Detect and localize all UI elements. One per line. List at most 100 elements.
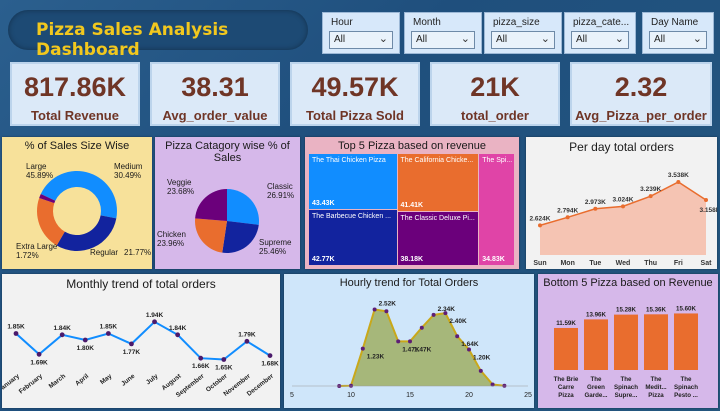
x-tick-label: Supre... <box>615 392 638 399</box>
x-tick-label: The Brie <box>554 376 579 383</box>
x-tick-label: 20 <box>465 392 473 399</box>
slicer-value: All <box>334 34 346 45</box>
slicer-day-name[interactable]: Day Name All ⌄ <box>642 12 714 54</box>
slicer-dropdown[interactable]: All ⌄ <box>491 31 555 49</box>
kpi-avg-pizza-per-order: 2.32 Avg_Pizza_per_order <box>570 62 712 126</box>
pie-slice <box>227 189 259 225</box>
data-point <box>704 197 708 202</box>
pie-slice <box>195 218 227 253</box>
kpi-name: total_order <box>461 108 529 123</box>
slicer-label: pizza_cate... <box>573 17 630 28</box>
x-tick-label: Pizza <box>648 392 664 399</box>
data-label: 1.84K <box>54 325 72 332</box>
tile-value: 38.18K <box>400 255 424 263</box>
x-tick-label: 10 <box>347 392 355 399</box>
donut-slice <box>56 215 117 251</box>
bottom5-panel: Bottom 5 Pizza based on Revenue 11.59K Th… <box>538 274 718 408</box>
data-point <box>455 334 460 339</box>
x-tick-label: Mon <box>560 260 574 267</box>
x-tick-label: 25 <box>524 392 532 399</box>
bar <box>674 313 698 370</box>
data-point <box>349 383 353 388</box>
chevron-down-icon: ⌄ <box>540 33 550 45</box>
data-point <box>431 312 436 317</box>
slicer-hour[interactable]: Hour All ⌄ <box>322 12 400 54</box>
data-label: 1.85K <box>100 324 118 331</box>
slice-name: Regular <box>90 248 118 257</box>
tile-name: The California Chicke... <box>400 157 474 164</box>
slice-name: Medium <box>114 162 143 171</box>
x-tick-label: Wed <box>616 260 631 267</box>
x-tick-label: February <box>18 373 45 396</box>
data-point <box>267 353 273 358</box>
data-point <box>593 206 598 211</box>
category-pie-panel: Pizza Catagory wise % of Sales Classic 26… <box>155 137 300 269</box>
tile-name: The Spi... <box>482 157 513 164</box>
category-pie-chart: Classic26.91% Supreme25.46% Chicken23.96% V… <box>157 178 294 256</box>
slice-label: 26.91% <box>267 191 294 200</box>
data-point <box>502 383 507 388</box>
hourly-area-chart: 1.23K2.52K1.47K1.47K2.34K2.40K1.64K1.20K… <box>290 300 532 399</box>
slicer-month[interactable]: Month All ⌄ <box>404 12 482 54</box>
chevron-down-icon: ⌄ <box>378 33 388 45</box>
data-label: 1.77K <box>123 349 141 356</box>
slicer-pizza-category[interactable]: pizza_cate... All ⌄ <box>564 12 636 54</box>
slice-label: 23.68% <box>167 187 194 196</box>
slicer-dropdown[interactable]: All ⌄ <box>411 31 475 49</box>
size-donut-chart: Large45.89% Medium30.49% Regular 21.77% Extr… <box>16 162 151 260</box>
data-point <box>175 332 181 338</box>
x-tick-label: The <box>590 376 602 383</box>
data-point <box>384 309 389 314</box>
pie-slice <box>195 189 227 221</box>
data-label: 15.60K <box>676 305 696 312</box>
slice-name: Chicken <box>157 230 186 239</box>
monthly-trend-panel: Monthly trend of total orders 1.85K Janua… <box>2 274 280 408</box>
slicer-value: All <box>576 34 588 45</box>
bar <box>584 319 608 370</box>
hourly-trend-panel: Hourly trend for Total Orders 1.23K 2.52K… <box>284 274 534 408</box>
tile-name: The Classic Deluxe Pi... <box>400 215 475 223</box>
data-point <box>221 357 227 362</box>
kpi-name: Avg_order_value <box>162 108 268 123</box>
monthly-line-chart: 1.85KJanuary1.69KFebruary1.84KMarch1.80K… <box>2 312 279 399</box>
slice-label: 1.72% <box>16 251 39 260</box>
data-label: 1.94K <box>146 312 164 319</box>
x-tick-label: Green <box>587 384 605 391</box>
data-label: 1.69K <box>30 359 48 366</box>
chevron-down-icon: ⌄ <box>614 33 624 45</box>
data-label: 15.36K <box>646 306 666 313</box>
chevron-down-icon: ⌄ <box>692 33 702 45</box>
slice-name: Veggie <box>167 178 192 187</box>
x-tick-label: Tue <box>589 260 601 267</box>
data-label: 2.973K <box>585 199 606 206</box>
slicer-dropdown[interactable]: All ⌄ <box>571 31 629 49</box>
data-point <box>396 339 401 344</box>
kpi-value: 817.86K <box>23 72 127 102</box>
donut-slice <box>37 197 65 246</box>
x-tick-label: Medit... <box>645 384 667 391</box>
per-day-panel: Per day total orders 2.624K Sun 2.794K Mon 2… <box>526 137 717 269</box>
kpi-total-order: 21K total_order <box>430 62 560 126</box>
data-label: 2.52K <box>379 300 397 307</box>
x-tick-label: The <box>620 376 632 383</box>
slice-label: 25.46% <box>259 247 286 256</box>
chart-title: Top 5 Pizza based on revenue <box>338 140 486 152</box>
slicer-dropdown[interactable]: All ⌄ <box>329 31 393 49</box>
slicer-label: Month <box>413 17 441 28</box>
slice-label: 23.96% <box>157 239 184 248</box>
x-tick-label: Sun <box>533 260 546 267</box>
slicer-dropdown[interactable]: All ⌄ <box>649 31 707 49</box>
data-point <box>13 331 19 336</box>
treemap-tile: The Thai Chicken Pizza 43.43K <box>309 154 397 210</box>
data-label: 2.40K <box>449 318 467 325</box>
kpi-total-revenue: 817.86K Total Revenue <box>10 62 140 126</box>
data-point <box>408 339 412 344</box>
kpi-total-pizza-sold: 49.57K Total Pizza Sold <box>290 62 420 126</box>
data-label: 2.34K <box>438 306 456 313</box>
x-tick-label: Carre <box>558 384 575 391</box>
slicer-pizza-size[interactable]: pizza_size All ⌄ <box>484 12 562 54</box>
x-tick-label: 5 <box>290 392 294 399</box>
data-point <box>648 194 653 199</box>
data-label: 3.158K <box>700 207 717 214</box>
data-label: 1.84K <box>169 325 187 332</box>
